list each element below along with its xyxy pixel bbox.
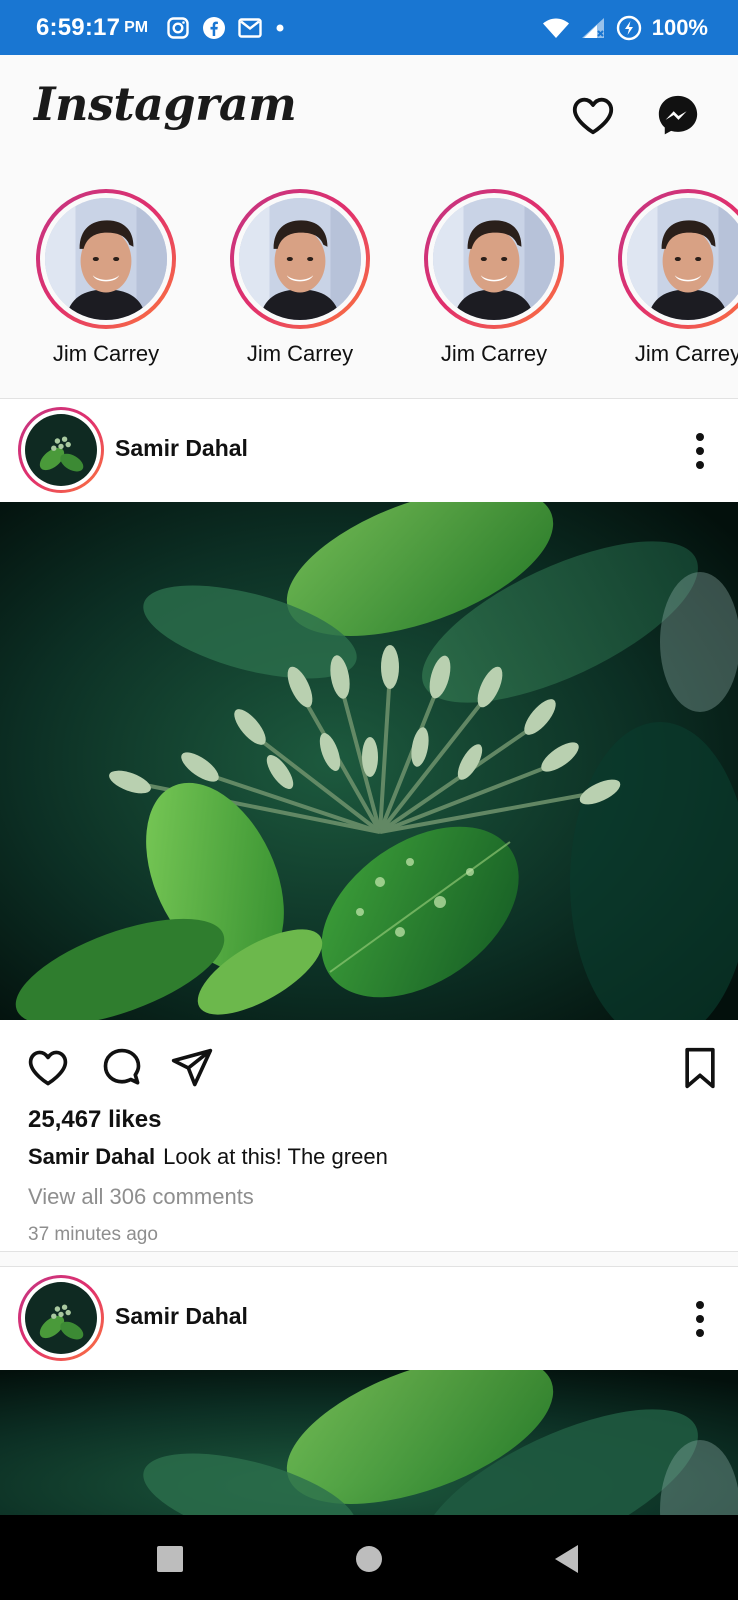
story-name: Jim Carrey: [634, 341, 738, 366]
story-name: Jim Carrey: [440, 341, 548, 366]
status-bar: 6:59:17 PM 100%: [0, 0, 738, 55]
post-timestamp: 37 minutes ago: [28, 1224, 158, 1245]
story-item[interactable]: Jim Carrey: [608, 189, 738, 367]
post-username[interactable]: Samir Dahal: [115, 1303, 248, 1330]
dot-icon: [276, 24, 284, 31]
post-caption: Samir Dahal Look at this! The green: [28, 1144, 388, 1170]
status-time: 6:59:17: [36, 13, 121, 41]
more-vertical-icon: [696, 1301, 704, 1337]
wifi-icon: [542, 18, 569, 38]
story-avatar: [45, 198, 167, 320]
messenger-button[interactable]: [655, 93, 701, 139]
story-ring: [230, 189, 370, 329]
home-circle-icon: [356, 1546, 382, 1572]
more-vertical-icon: [696, 433, 704, 469]
recents-square-icon: [157, 1546, 183, 1572]
back-triangle-icon: [555, 1545, 578, 1573]
post-header: Samir Dahal: [0, 1266, 738, 1370]
messenger-icon: [658, 95, 698, 135]
system-nav-bar: [0, 1515, 738, 1600]
gmail-icon: [238, 17, 262, 38]
story-ring: [36, 189, 176, 329]
story-avatar: [433, 198, 555, 320]
status-ampm: PM: [124, 18, 149, 36]
recents-button[interactable]: [150, 1539, 190, 1579]
story-ring: [618, 189, 738, 329]
story-item[interactable]: Jim Carrey: [26, 189, 186, 367]
story-ring: [424, 189, 564, 329]
story-name: Jim Carrey: [52, 341, 160, 366]
post-username[interactable]: Samir Dahal: [115, 435, 248, 462]
share-button[interactable]: [170, 1046, 214, 1090]
post-header: Samir Dahal: [0, 398, 738, 502]
back-button[interactable]: [548, 1539, 588, 1579]
caption-text: Look at this! The green: [163, 1144, 388, 1169]
post-avatar: [25, 1282, 97, 1354]
post-avatar-ring[interactable]: [18, 407, 104, 493]
caption-username[interactable]: Samir Dahal: [28, 1144, 155, 1169]
post-image[interactable]: [0, 502, 738, 1020]
story-item[interactable]: Jim Carrey: [220, 189, 380, 367]
like-count[interactable]: 25,467 likes: [28, 1106, 161, 1134]
comment-icon: [103, 1048, 141, 1085]
send-icon: [171, 1048, 213, 1087]
post-avatar: [25, 414, 97, 486]
heart-icon: [28, 1050, 68, 1086]
post-options-button[interactable]: [688, 1297, 712, 1341]
view-comments-link[interactable]: View all 306 comments: [28, 1184, 254, 1210]
instagram-icon: [167, 16, 189, 39]
stories-tray: Jim Carrey Jim Carrey Jim Carrey Jim Car…: [0, 175, 738, 385]
battery-percent: 100%: [651, 14, 708, 40]
battery-saver-icon: [616, 15, 641, 40]
signal-icon: [581, 17, 604, 38]
post-options-button[interactable]: [688, 429, 712, 473]
save-button[interactable]: [680, 1046, 724, 1090]
instagram-logo: Instagram: [34, 77, 297, 131]
heart-icon: [572, 97, 614, 135]
story-name: Jim Carrey: [246, 341, 354, 366]
story-item[interactable]: Jim Carrey: [414, 189, 574, 367]
app-header: Instagram: [0, 55, 738, 175]
bookmark-icon: [685, 1047, 715, 1089]
post-image[interactable]: [0, 1370, 738, 1515]
post-footer: 25,467 likes Samir Dahal Look at this! Th…: [0, 1020, 738, 1252]
notification-icons: [166, 16, 286, 40]
post-avatar-ring[interactable]: [18, 1275, 104, 1361]
story-avatar: [239, 198, 361, 320]
home-button[interactable]: [349, 1539, 389, 1579]
comment-button[interactable]: [100, 1046, 144, 1090]
like-button[interactable]: [26, 1046, 70, 1090]
activity-button[interactable]: [570, 93, 616, 139]
story-avatar: [627, 198, 738, 320]
facebook-icon: [203, 16, 226, 39]
